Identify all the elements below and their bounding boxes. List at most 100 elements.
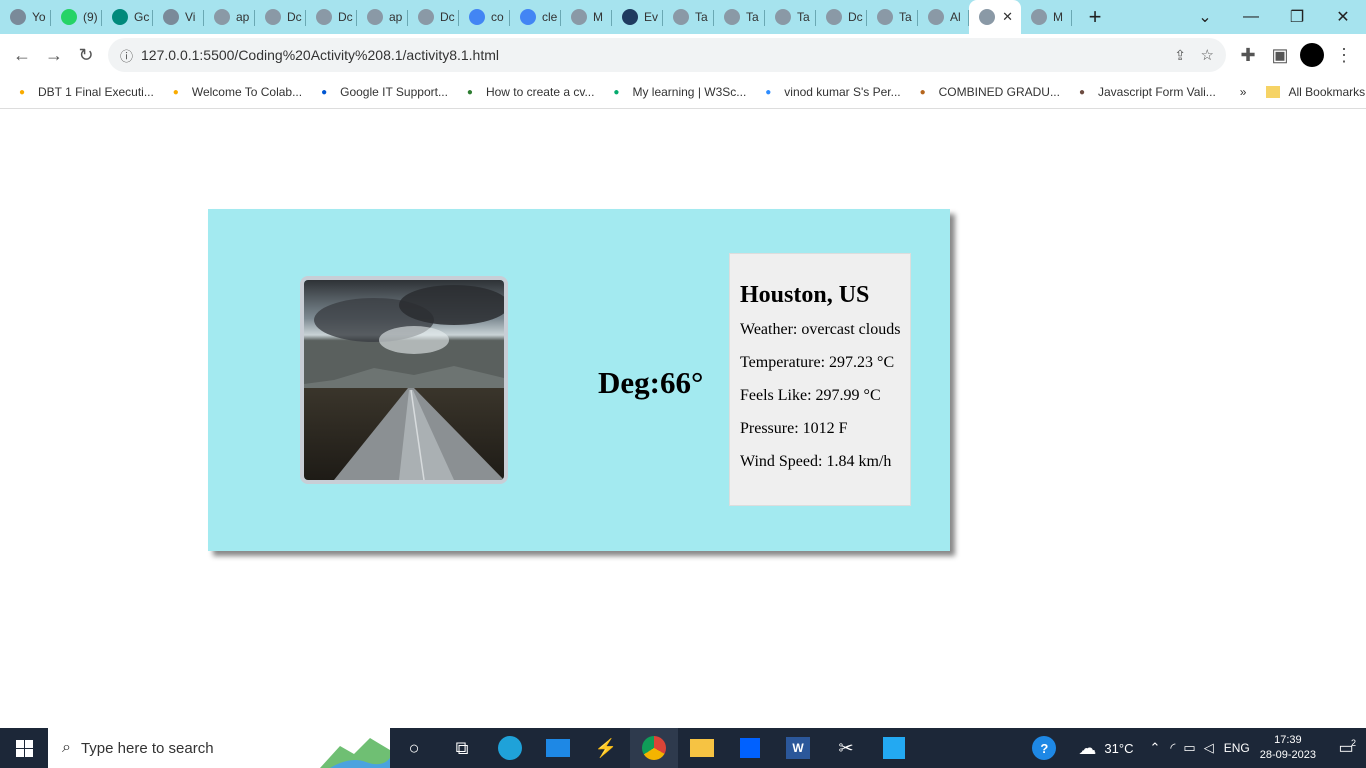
dropbox-icon[interactable] bbox=[726, 728, 774, 768]
forward-button[interactable]: → bbox=[38, 39, 70, 71]
word-icon[interactable]: W bbox=[774, 728, 822, 768]
all-bookmarks-label: All Bookmarks bbox=[1288, 85, 1366, 99]
bookmark-label: Welcome To Colab... bbox=[191, 85, 303, 99]
url-text[interactable]: 127.0.0.1:5500/Coding%20Activity%208.1/a… bbox=[141, 47, 499, 63]
tab-title: ap bbox=[236, 10, 250, 24]
bookmark-item[interactable]: ● Welcome To Colab... bbox=[168, 84, 302, 100]
reload-button[interactable]: ↻ bbox=[70, 39, 102, 71]
battery-icon[interactable]: ▭ bbox=[1183, 740, 1195, 756]
browser-tab[interactable]: Yo bbox=[0, 2, 51, 32]
vscode-icon[interactable] bbox=[870, 728, 918, 768]
volume-icon[interactable]: ◁ bbox=[1204, 740, 1214, 756]
browser-tab[interactable]: Al bbox=[918, 2, 969, 32]
edge-icon[interactable] bbox=[486, 728, 534, 768]
address-bar[interactable]: ⓘ 127.0.0.1:5500/Coding%20Activity%208.1… bbox=[108, 38, 1226, 72]
close-tab-icon[interactable]: ✕ bbox=[1002, 9, 1013, 25]
globe-icon bbox=[775, 9, 791, 25]
language-indicator[interactable]: ENG bbox=[1224, 741, 1250, 755]
browser-tab[interactable]: M bbox=[561, 2, 612, 32]
notifications-icon[interactable]: ▭ 2 bbox=[1326, 728, 1366, 768]
extensions-icon[interactable]: ✚ bbox=[1232, 39, 1264, 71]
bookmark-label: DBT 1 Final Executi... bbox=[38, 85, 154, 99]
sf-icon bbox=[622, 9, 638, 25]
show-hidden-icons-icon[interactable]: ⌃ bbox=[1149, 740, 1160, 756]
browser-tab[interactable]: Gc bbox=[102, 2, 153, 32]
browser-tab[interactable]: M bbox=[1021, 2, 1072, 32]
browser-tab[interactable]: Dc bbox=[816, 2, 867, 32]
active-tab[interactable]: ✕ bbox=[969, 0, 1021, 34]
app-icon[interactable]: ⚡ bbox=[582, 728, 630, 768]
start-button[interactable] bbox=[0, 728, 48, 768]
menu-icon[interactable]: ⋮ bbox=[1328, 39, 1360, 71]
bookmark-item[interactable]: ● My learning | W3Sc... bbox=[608, 84, 746, 100]
search-highlight-illustration-icon bbox=[320, 738, 390, 768]
taskbar-search-box[interactable]: ⌕ Type here to search bbox=[48, 728, 390, 768]
browser-tab[interactable]: Dc bbox=[306, 2, 357, 32]
browser-tab[interactable]: ap bbox=[204, 2, 255, 32]
bookmark-item[interactable]: ● How to create a cv... bbox=[462, 84, 595, 100]
globe-icon bbox=[571, 9, 587, 25]
browser-tab[interactable]: Dc bbox=[255, 2, 306, 32]
globe-icon bbox=[316, 9, 332, 25]
bookmark-item[interactable]: ● vinod kumar S's Per... bbox=[760, 84, 900, 100]
browser-tab[interactable]: Dc bbox=[408, 2, 459, 32]
bookmark-item[interactable]: ● COMBINED GRADU... bbox=[915, 84, 1060, 100]
tab-search-icon[interactable]: ⌄ bbox=[1182, 0, 1228, 34]
mail-icon[interactable] bbox=[534, 728, 582, 768]
pressure-text: Pressure: 1012 F bbox=[740, 420, 848, 437]
task-view-icon[interactable]: ⧉ bbox=[438, 728, 486, 768]
browser-tab[interactable]: Ev bbox=[612, 2, 663, 32]
browser-tab[interactable]: cle bbox=[510, 2, 561, 32]
clock-date: 28-09-2023 bbox=[1259, 749, 1316, 761]
taskbar-temperature[interactable]: 31°C bbox=[1104, 741, 1133, 756]
restore-button[interactable]: ❐ bbox=[1274, 0, 1320, 34]
clock-time: 17:39 bbox=[1274, 734, 1302, 746]
globe-icon bbox=[928, 9, 944, 25]
emblem-icon: ● bbox=[919, 86, 926, 98]
globe-icon bbox=[673, 9, 689, 25]
bookmark-star-icon[interactable]: ☆ bbox=[1201, 46, 1214, 64]
google-icon bbox=[520, 9, 536, 25]
stormy-road-image bbox=[304, 280, 504, 480]
bookmark-item[interactable]: ● Javascript Form Vali... bbox=[1074, 84, 1216, 100]
cortana-icon[interactable]: ○ bbox=[390, 728, 438, 768]
more-bookmarks-button[interactable]: » bbox=[1240, 85, 1247, 99]
globe-icon bbox=[826, 9, 842, 25]
chrome-icon[interactable] bbox=[630, 728, 678, 768]
file-explorer-icon[interactable] bbox=[678, 728, 726, 768]
side-panel-icon[interactable]: ▣ bbox=[1264, 39, 1296, 71]
clock[interactable]: 17:39 28-09-2023 bbox=[1260, 733, 1316, 763]
new-tab-button[interactable]: + bbox=[1080, 2, 1110, 32]
google-meet-icon bbox=[112, 9, 128, 25]
share-icon[interactable]: ⇪ bbox=[1174, 47, 1186, 64]
profile-avatar[interactable] bbox=[1300, 43, 1324, 67]
bookmark-label: Javascript Form Vali... bbox=[1097, 85, 1216, 99]
tab-strip: Yo (9) Gc Vi ap Dc Dc ap Dc co cle M Ev Ta Ta Ta Dc Ta Al ✕… bbox=[0, 0, 1366, 34]
minimize-button[interactable]: — bbox=[1228, 0, 1274, 34]
network-icon[interactable]: ◜ bbox=[1170, 740, 1175, 756]
browser-tab[interactable]: Ta bbox=[765, 2, 816, 32]
tab-title: M bbox=[1053, 10, 1063, 24]
link-icon: ● bbox=[466, 86, 473, 98]
help-icon[interactable]: ? bbox=[1032, 736, 1057, 760]
bookmark-item[interactable]: ● Google IT Support... bbox=[316, 84, 448, 100]
snipping-tool-icon[interactable]: ✂ bbox=[822, 728, 870, 768]
browser-tab[interactable]: Ta bbox=[867, 2, 918, 32]
browser-tab[interactable]: (9) bbox=[51, 2, 102, 32]
close-window-button[interactable]: ✕ bbox=[1320, 0, 1366, 34]
browser-tab[interactable]: ap bbox=[357, 2, 408, 32]
browser-tab[interactable]: Ta bbox=[714, 2, 765, 32]
colab-icon: ● bbox=[172, 86, 179, 98]
browser-tab[interactable]: Ta bbox=[663, 2, 714, 32]
bookmark-item[interactable]: ● DBT 1 Final Executi... bbox=[14, 84, 154, 100]
tab-title: Dc bbox=[440, 10, 455, 24]
tab-title: Ev bbox=[644, 10, 659, 24]
weather-cloud-icon[interactable]: ☁ bbox=[1078, 738, 1096, 759]
back-button[interactable]: ← bbox=[6, 39, 38, 71]
all-bookmarks-button[interactable]: All Bookmarks bbox=[1266, 85, 1365, 99]
globe-icon bbox=[265, 9, 281, 25]
tab-title: Dc bbox=[848, 10, 863, 24]
browser-tab[interactable]: co bbox=[459, 2, 510, 32]
browser-tab[interactable]: Vi bbox=[153, 2, 204, 32]
site-info-icon[interactable]: ⓘ bbox=[120, 46, 133, 65]
